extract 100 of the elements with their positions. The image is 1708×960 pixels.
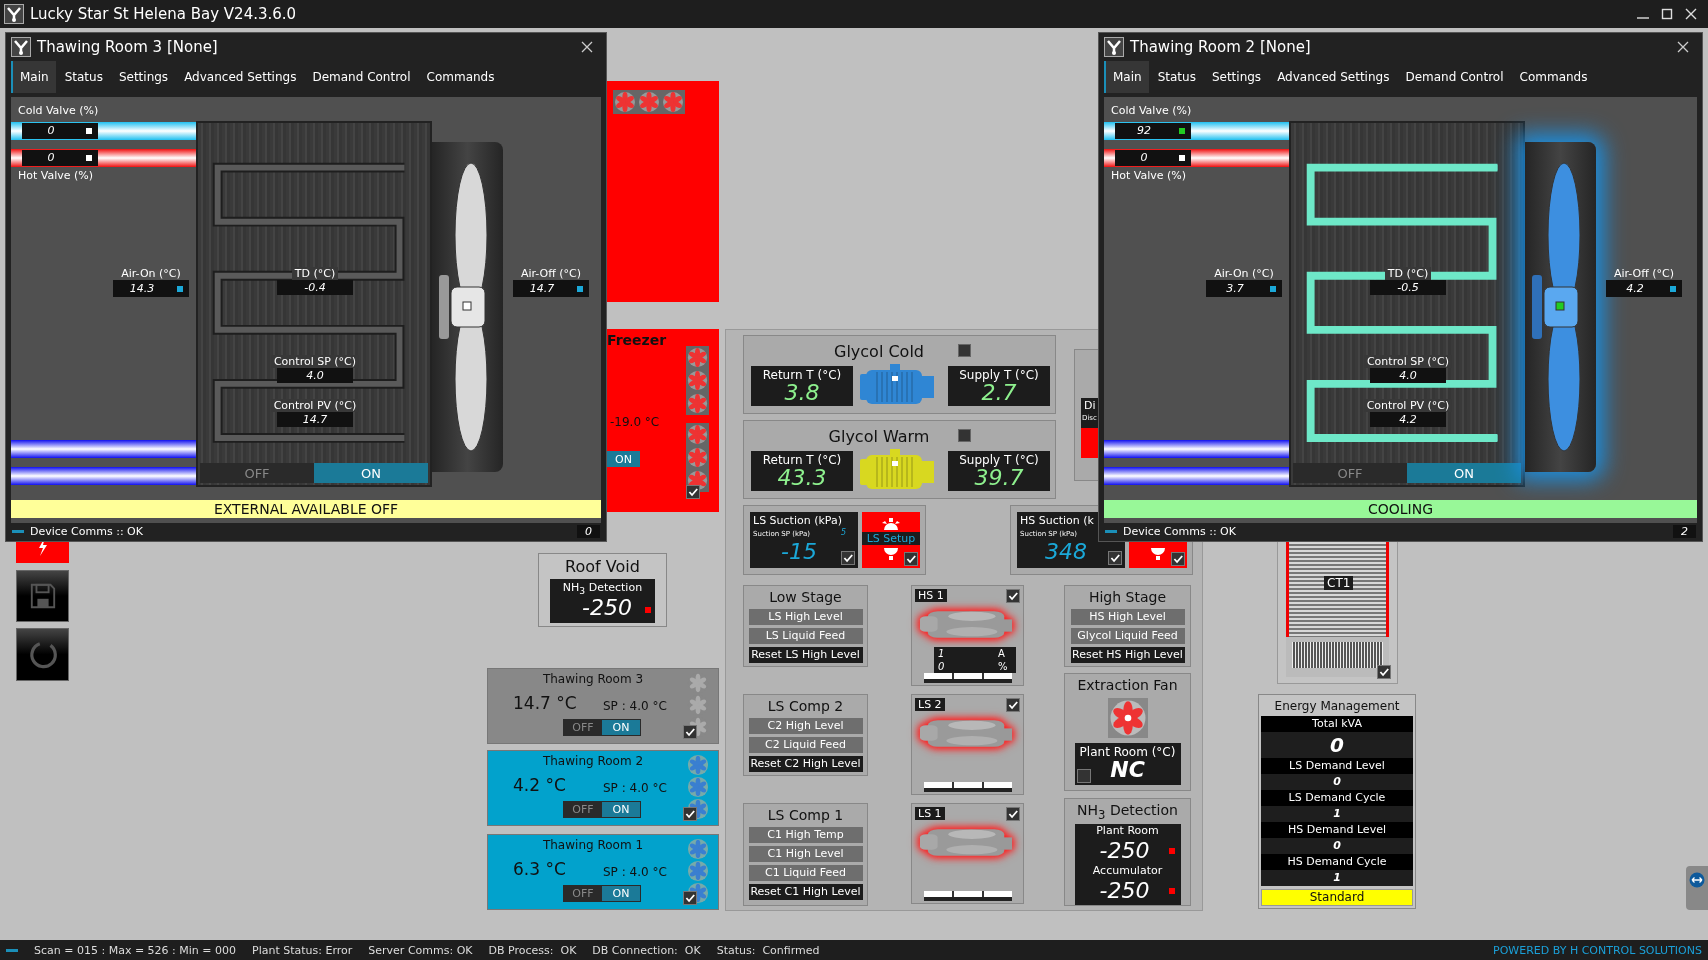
table-cell: Total kVA [1261, 716, 1413, 732]
table-cell: 0 [1261, 774, 1413, 790]
app-title: Lucky Star St Helena Bay V24.3.6.0 [30, 5, 297, 23]
readout-value: 4.0 [1370, 368, 1446, 383]
readout-value: -250 [1098, 837, 1151, 864]
panel-title: LS Comp 2 [767, 698, 844, 715]
comms-status: Device Comms :: OK [1123, 525, 1236, 538]
room-name: Thawing Room 2 [541, 754, 645, 768]
window-title: Thawing Room 3 [None] [37, 38, 218, 56]
panel-title: Energy Management [1274, 699, 1400, 714]
panel-title: Extraction Fan [1077, 677, 1178, 694]
readout-value: -250 [1098, 877, 1151, 904]
valve-label: Cold Valve (%) [1111, 104, 1192, 117]
unit-label: A [998, 647, 1006, 660]
readout-label: Return T (°C) [761, 453, 843, 467]
table-cell: LS Demand Cycle [1261, 790, 1413, 806]
readout-label: Air-Off (°C) [1613, 267, 1675, 280]
panel-title: Low Stage [769, 589, 842, 606]
valve-value: 0 [1139, 150, 1149, 166]
alarm-lamp: LS High Level [748, 609, 863, 625]
readout-value: 3.7 [1225, 281, 1245, 297]
room-temperature: 4.2 °C [513, 775, 566, 795]
compressor-name: LS 1 [915, 807, 945, 820]
panel-title: Roof Void [564, 557, 641, 576]
valve-value: 92 [1136, 123, 1152, 139]
alarm-lamp: C1 High Temp [748, 827, 863, 843]
panel-title: NH$_{3}$ Detection [1077, 802, 1178, 824]
alarm-lamp: Glycol Liquid Feed [1070, 628, 1185, 644]
readout-label: Air-On (°C) [121, 267, 181, 280]
readout-value: 39.7 [974, 467, 1025, 489]
valve-value: 0 [46, 123, 56, 139]
setup-label: LS Setup [862, 532, 920, 545]
alarm-lamp: LS Liquid Feed [748, 628, 863, 644]
valve-label: Hot Valve (%) [18, 169, 94, 182]
panel-title: High Stage [1088, 589, 1167, 606]
status-text: Scan = 015 : Max = 526 : Min = 000 [34, 943, 237, 957]
readout-label: Accumulator [1092, 863, 1163, 878]
room-setpoint: SP : 4.0 °C [603, 865, 667, 879]
status-text: DB Connection: OK [592, 943, 701, 957]
freezer-temperature: -19.0 °C [610, 415, 660, 429]
footer-value: 0 [577, 525, 600, 538]
current-value: 1 [937, 647, 946, 660]
readout-value: -250 [581, 595, 632, 620]
footer-value: 2 [1673, 525, 1696, 538]
table-cell: HS Demand Cycle [1261, 854, 1413, 870]
readout-label: LS Suction (kPa) [753, 514, 842, 527]
unit-label: % [998, 660, 1009, 673]
readout-value: 14.7 [528, 281, 556, 297]
status-text: Server Comms: OK [368, 943, 473, 957]
table-cell: HS Demand Level [1261, 822, 1413, 838]
readout-label: TD (°C) [1384, 267, 1432, 280]
status-text: DB Process: OK [488, 943, 577, 957]
freezer-name: Freezer [607, 332, 667, 348]
readout-value: 2.7 [981, 382, 1018, 404]
readout-label: Air-On (°C) [1214, 267, 1274, 280]
alarm-lamp: HS High Level [1070, 609, 1185, 625]
table-cell: LS Demand Level [1261, 758, 1413, 774]
panel-title: Di [1084, 399, 1096, 412]
readout-label: Plant Room [1096, 823, 1159, 838]
readout-value: 4.2 [1370, 412, 1446, 427]
table-cell: 1 [1261, 870, 1413, 886]
valve-label: Cold Valve (%) [18, 104, 99, 117]
readout-value: -0.5 [1370, 280, 1446, 295]
readout-value: NC [1109, 759, 1146, 781]
room-name: Thawing Room 3 [541, 672, 645, 686]
room-setpoint: SP : 4.0 °C [603, 781, 667, 795]
valve-label: Hot Valve (%) [1111, 169, 1187, 182]
readout-label: TD (°C) [291, 267, 339, 280]
readout-value: -0.4 [277, 280, 353, 295]
panel-title: Glycol Cold [833, 342, 925, 361]
readout-label: Supply T (°C) [958, 368, 1040, 382]
compressor-name: LS 2 [915, 698, 945, 711]
readout-value: 4.2 [1625, 281, 1645, 297]
comms-status: Device Comms :: OK [30, 525, 143, 538]
readout-value: 348 [1044, 539, 1088, 564]
readout-label: Return T (°C) [761, 368, 843, 382]
panel-title: Glycol Warm [827, 427, 931, 446]
readout-label: HS Suction (k [1020, 514, 1094, 527]
mode-label: Standard [1261, 889, 1413, 906]
setpoint-value: 5 [840, 528, 846, 537]
alarm-lamp: C2 Liquid Feed [748, 737, 863, 753]
unit-name: CT1 [1324, 576, 1354, 590]
compressor-name: HS 1 [915, 589, 947, 602]
status-text: Status: Confirmed [716, 943, 820, 957]
readout-label: Supply T (°C) [958, 453, 1040, 467]
status-text: Plant Status: Error [252, 943, 353, 957]
readout-value: 4.0 [277, 368, 353, 383]
panel-title: LS Comp 1 [767, 807, 844, 824]
window-title: Thawing Room 2 [None] [1130, 38, 1311, 56]
readout-value: 3.8 [783, 382, 821, 404]
readout-value: 14.7 [277, 412, 353, 427]
table-cell: 0 [1261, 838, 1413, 854]
table-cell: 0 [1261, 732, 1413, 758]
room-name: Thawing Room 1 [541, 838, 645, 852]
readout-value: 43.3 [776, 467, 828, 489]
status-banner: COOLING [1104, 500, 1697, 518]
load-value: 0 [937, 660, 946, 673]
valve-value: 0 [46, 150, 56, 166]
room-temperature: 6.3 °C [513, 859, 566, 879]
alarm-lamp: C2 High Level [748, 718, 863, 734]
